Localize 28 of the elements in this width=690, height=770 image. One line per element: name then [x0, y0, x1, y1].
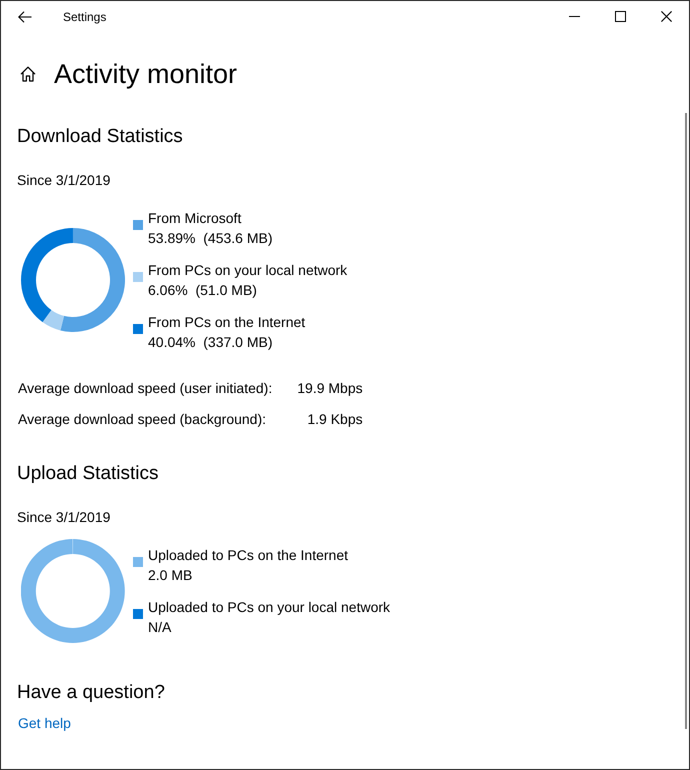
section-heading: Download Statistics	[17, 125, 183, 149]
legend-value: 2.0 MB	[148, 566, 192, 585]
maximize-icon	[614, 11, 626, 22]
legend-label: From Microsoft	[148, 209, 242, 228]
since-date: Since 3/1/2019	[17, 508, 110, 527]
legend-label: From PCs on the Internet	[148, 313, 306, 332]
home-icon[interactable]	[20, 66, 36, 82]
speed-value: 19.9 Mbps	[297, 379, 363, 398]
legend-label: From PCs on your local network	[148, 261, 348, 280]
legend-value: 53.89% (453.6 MB)	[148, 229, 273, 248]
speed-label: Average download speed (background):	[18, 410, 268, 429]
legend-value: 40.04% (337.0 MB)	[148, 333, 273, 352]
speed-label: Average download speed (user initiated):	[18, 379, 272, 398]
legend-label: Uploaded to PCs on the Internet	[148, 546, 348, 565]
window-title: Settings	[63, 10, 106, 24]
get-help-link[interactable]: Get help	[18, 713, 71, 733]
section-heading: Upload Statistics	[17, 462, 159, 486]
page-title: Activity monitor	[54, 58, 238, 91]
scrollbar[interactable]	[685, 113, 687, 729]
back-arrow-icon	[18, 10, 32, 22]
since-date: Since 3/1/2019	[17, 171, 110, 190]
legend-label: Uploaded to PCs on your local network	[148, 598, 390, 617]
legend-value: 6.06% (51.0 MB)	[148, 281, 257, 300]
help-heading: Have a question?	[17, 681, 165, 705]
minimize-icon	[568, 16, 580, 17]
speed-value: 1.9 Kbps	[307, 410, 363, 429]
close-icon	[660, 11, 672, 22]
legend-value: N/A	[148, 618, 172, 637]
